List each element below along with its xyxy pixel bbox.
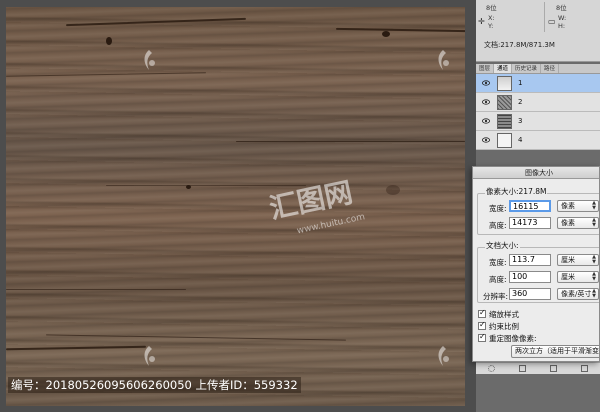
channel-row[interactable]: 1	[476, 74, 600, 93]
pixel-width-unit: 像素	[561, 202, 575, 210]
doc-width-unit: 厘米	[561, 256, 575, 264]
info-y-label: Y:	[488, 22, 494, 30]
wood-knot	[386, 185, 400, 195]
constrain-proportions-label: 约束比例	[489, 322, 519, 331]
panel-tabs: 图层 通道 历史记录 路径	[476, 64, 600, 74]
pixel-width-unit-select[interactable]: 像素 ▲ ▼	[557, 200, 599, 212]
selection-size-icon: ▭	[548, 17, 556, 26]
doc-width-input[interactable]: 113.7	[509, 254, 551, 266]
doc-height-unit-select[interactable]: 厘米 ▲ ▼	[557, 271, 599, 283]
image-caption: 编号：20180526095606260050 上传者ID：559332	[8, 377, 301, 393]
doc-width-unit-select[interactable]: 厘米 ▲ ▼	[557, 254, 599, 266]
pixel-height-unit: 像素	[561, 219, 575, 227]
tab-history[interactable]: 历史记录	[512, 64, 542, 73]
channel-thumbnail	[497, 95, 512, 110]
channel-label: 2	[518, 98, 523, 106]
info-x-label: X:	[488, 14, 495, 22]
resolution-label: 分辨率:	[483, 292, 509, 301]
channel-thumbnail	[497, 114, 512, 129]
resolution-unit-select[interactable]: 像素/英寸 ▲ ▼	[557, 288, 599, 300]
info-h-label: H:	[558, 22, 566, 30]
scale-styles-label: 缩放样式	[489, 310, 519, 319]
resample-label: 重定图像像素:	[489, 334, 537, 343]
resolution-input[interactable]: 360	[509, 288, 551, 300]
doc-width-label: 宽度:	[489, 258, 507, 267]
info-bit-depth-right: 8位	[556, 4, 567, 12]
new-channel-icon[interactable]	[550, 365, 557, 372]
dialog-title: 图像大小	[473, 167, 599, 179]
channel-label: 3	[518, 117, 523, 125]
updown-arrows-icon: ▲ ▼	[592, 217, 596, 228]
tab-paths[interactable]: 路径	[541, 64, 560, 73]
pixel-width-input[interactable]: 16115	[509, 200, 551, 212]
eye-icon[interactable]	[482, 98, 490, 106]
info-w-label: W:	[558, 14, 567, 22]
wood-knot	[106, 37, 112, 45]
tab-layers[interactable]: 图层	[476, 64, 495, 73]
doc-height-input[interactable]: 100	[509, 271, 551, 283]
wood-crack	[335, 27, 465, 33]
image-size-dialog: 图像大小 像素大小:217.8M 宽度: 16115 像素 ▲ ▼ 高度: 1417…	[472, 166, 600, 362]
updown-arrows-icon: ▲ ▼	[592, 254, 596, 265]
tab-channels[interactable]: 通道	[494, 64, 513, 73]
wood-crack	[6, 72, 206, 77]
wood-crack	[66, 17, 246, 27]
channel-thumbnail	[497, 76, 512, 91]
height-label: 高度:	[489, 221, 507, 230]
wood-knot	[186, 185, 191, 189]
trash-icon[interactable]	[581, 365, 588, 372]
canvas-area[interactable]: 汇图网 www.huitu.com 编号：2018052609560626005…	[0, 0, 476, 412]
doc-height-unit: 厘米	[561, 273, 575, 281]
info-divider	[544, 2, 545, 32]
save-selection-icon[interactable]	[519, 365, 526, 372]
pixel-height-unit-select[interactable]: 像素 ▲ ▼	[557, 217, 599, 229]
channel-row[interactable]: 3	[476, 112, 600, 131]
eye-icon[interactable]	[482, 79, 490, 87]
constrain-proportions-checkbox[interactable]	[478, 320, 486, 330]
wood-crack	[236, 141, 465, 142]
info-bit-depth-left: 8位	[486, 4, 497, 12]
doc-size-readout: 文档:217.8M/871.3M	[484, 41, 555, 49]
wood-crack	[46, 334, 346, 341]
channel-label: 1	[518, 79, 523, 87]
wood-crack	[6, 345, 147, 351]
wood-knot	[382, 31, 390, 37]
channel-row[interactable]: 4	[476, 131, 600, 150]
eye-icon[interactable]	[482, 136, 490, 144]
pixel-dimensions-label: 像素大小:217.8M	[485, 186, 548, 197]
wood-crack	[6, 289, 186, 290]
width-label: 宽度:	[489, 204, 507, 213]
watermark-logo-icon	[438, 346, 449, 366]
pixel-height-input[interactable]: 14173	[509, 217, 551, 229]
info-panel: 8位 8位 ✛ X: Y: ▭ W: H: 文档:217.8M/871.3M	[476, 0, 600, 62]
watermark-brand: 汇图网 www.huitu.com	[266, 176, 366, 237]
watermark-logo-icon	[144, 50, 155, 70]
channel-thumbnail	[497, 133, 512, 148]
resolution-unit: 像素/英寸	[561, 290, 592, 298]
channel-row[interactable]: 2	[476, 93, 600, 112]
channels-panel: 图层 通道 历史记录 路径 1 2 3 4	[476, 64, 600, 150]
eye-icon[interactable]	[482, 117, 490, 125]
dotted-circle-icon[interactable]	[488, 365, 495, 372]
wood-texture-image[interactable]: 汇图网 www.huitu.com	[6, 7, 465, 406]
channel-label: 4	[518, 136, 523, 144]
panel-status-bar	[476, 362, 600, 374]
scale-styles-checkbox[interactable]	[478, 308, 486, 318]
doc-height-label: 高度:	[489, 275, 507, 284]
updown-arrows-icon: ▲ ▼	[592, 271, 596, 282]
watermark-logo-icon	[144, 346, 155, 366]
document-size-label: 文档大小:	[485, 240, 520, 251]
updown-arrows-icon: ▲ ▼	[592, 200, 596, 211]
resample-method-select[interactable]: 两次立方（适用于平滑渐变）	[511, 345, 599, 358]
crosshair-icon: ✛	[478, 17, 485, 26]
resample-checkbox[interactable]	[478, 332, 486, 342]
updown-arrows-icon: ▲ ▼	[592, 288, 596, 299]
watermark-logo-icon	[438, 50, 449, 70]
